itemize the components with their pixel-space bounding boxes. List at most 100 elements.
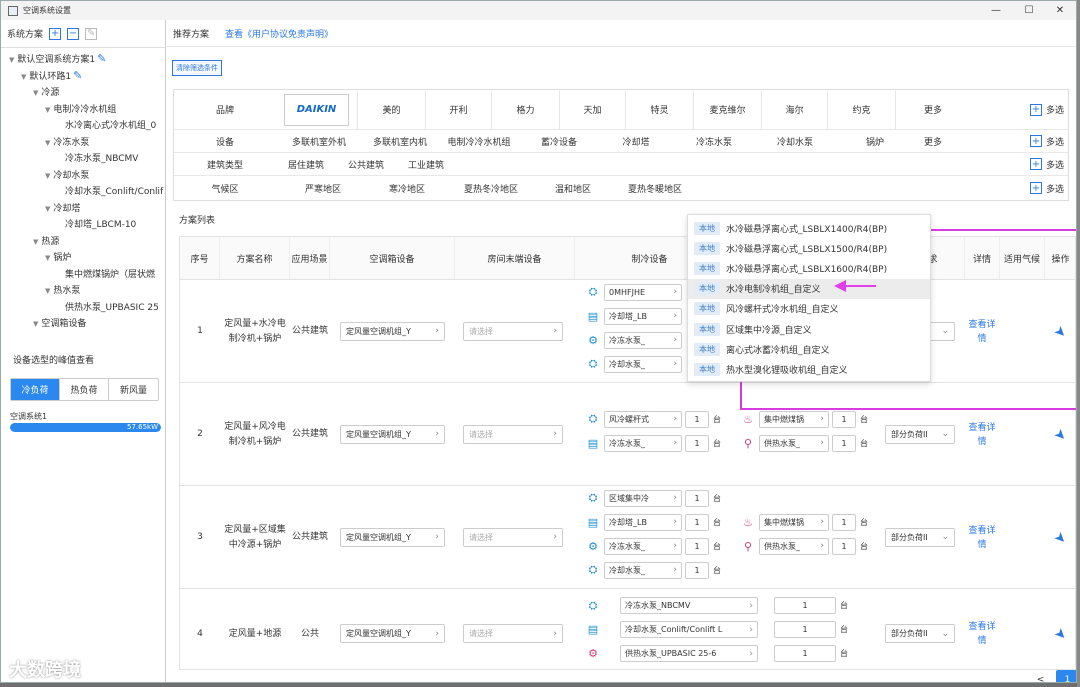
dropdown-option[interactable]: 本地 风冷螺杆式冷水机组_自定义 [688,299,930,319]
tree-node[interactable]: ▼ 冷却水泵 [45,168,89,181]
tree-node[interactable]: ▼ 热源 [33,234,59,247]
tree-node[interactable]: ▼ 冷却塔 [45,201,80,214]
brand-midea[interactable]: 美的 [358,90,426,129]
cooling-device-select[interactable]: 冷却水泵_ › [604,355,682,373]
expand-icon[interactable]: ▼ [45,287,50,295]
dropdown-option[interactable]: 本地 水冷磁悬浮离心式_LSBLX1400/R4(BP) [688,218,930,238]
tree-node[interactable]: ▼ 默认空调系统方案1 ✎ [9,52,106,65]
device-option[interactable]: 多联机室内机 [362,135,438,148]
climate-option[interactable]: 严寒地区 [276,182,370,195]
building-multi[interactable]: + 多选 [1029,158,1064,171]
device-option[interactable]: 蓄冷设备 [520,135,598,148]
cooling-device-select[interactable]: 区域集中冷 › [604,489,682,507]
edit-scheme-icon[interactable]: ✎ [85,27,98,40]
climate-option[interactable]: 夏热冬冷地区 [444,182,538,195]
performance-select[interactable]: 部分负荷II ⌄ [885,624,955,643]
cooling-device-select[interactable]: 风冷螺杆式 › [604,410,682,428]
brand-mcquay[interactable]: 麦克维尔 [694,90,762,129]
device-more[interactable]: 更多 [924,135,942,148]
building-option[interactable]: 工业建筑 [396,158,456,171]
cooling-device-select[interactable]: 0MHFJHE › [604,283,682,301]
cooling-device-select[interactable]: 冷却水泵_Conlift/Conlift L › [620,621,758,638]
device-option[interactable]: 冷却水泵 [754,135,836,148]
quantity-input[interactable]: 1 [685,434,709,452]
edit-pencil-icon[interactable]: ✎ [97,52,106,65]
tree-node[interactable]: ▼ 空调箱设备 [33,316,86,329]
ahu-select[interactable]: 定风量空调机组_Y › [340,321,445,341]
ahu-select[interactable]: 定风量空调机组_Y › [340,424,445,444]
quantity-input[interactable]: 1 [685,489,709,507]
terminal-select[interactable]: 请选择 › [463,527,563,547]
quantity-input[interactable]: 1 [685,561,709,579]
apply-cursor-icon[interactable]: ➤ [1018,591,1075,669]
quantity-input[interactable]: 1 [685,410,709,428]
brand-trane[interactable]: 特灵 [626,90,694,129]
heating-device-select[interactable]: 供热水泵_ › [759,434,829,452]
brand-carrier[interactable]: 开利 [426,90,492,129]
tree-node[interactable]: ▼ 锅炉 [45,250,71,263]
cooling-device-select[interactable]: 冷冻水泵_ › [604,434,682,452]
tree-node[interactable]: 供热水泵_UPBASIC 25 [65,300,159,313]
heating-device-select[interactable]: 供热水泵_ › [759,537,829,555]
expand-icon[interactable]: ▼ [21,73,26,81]
terminal-select[interactable]: 请选择 › [463,321,563,341]
performance-select[interactable]: 部分负荷II ⌄ [885,527,955,547]
tree-node[interactable]: ▼ 电制冷冷水机组 [45,102,116,115]
tree-node[interactable]: ▼ 冷冻水泵 [45,135,89,148]
view-detail-link[interactable]: 查看详情 [968,486,996,589]
quantity-input[interactable]: 1 [774,597,836,614]
device-multi[interactable]: + 多选 [1029,135,1064,148]
tab-cooling-load[interactable]: 冷负荷 [11,379,60,400]
close-button[interactable]: ✕ [1044,1,1076,20]
expand-icon[interactable]: ▼ [45,205,50,213]
brand-more[interactable]: 更多 [924,103,942,116]
brand-daikin[interactable]: DAIKIN [276,90,358,129]
brand-multi[interactable]: + 多选 [1029,103,1064,116]
ahu-select[interactable]: 定风量空调机组_Y › [340,527,445,547]
climate-option[interactable]: 夏热冬暖地区 [608,182,702,195]
brand-gree[interactable]: 格力 [492,90,560,129]
dropdown-option[interactable]: 本地 离心式冰蓄冷机组_自定义 [688,339,930,359]
device-option[interactable]: 多联机室外机 [276,135,362,148]
expand-icon[interactable]: ▼ [33,238,38,246]
add-scheme-button[interactable]: + [49,27,62,40]
edit-pencil-icon[interactable]: ✎ [73,69,82,82]
tree-node[interactable]: ▼ 热水泵 [45,283,80,296]
tree-node[interactable]: 冷却塔_LBCM-10 [65,217,136,230]
quantity-input[interactable]: 1 [832,410,856,428]
tree-node[interactable]: 水冷离心式冷水机组_0 [65,118,156,131]
device-option[interactable]: 冷冻水泵 [674,135,754,148]
dropdown-option[interactable]: 本地 热水型溴化锂吸收机组_自定义 [688,359,930,379]
cooling-device-select[interactable]: 冷冻水泵_NBCMV › [620,597,758,614]
climate-multi[interactable]: + 多选 [1029,182,1064,195]
climate-option[interactable]: 寒冷地区 [370,182,444,195]
dropdown-option[interactable]: 本地 水冷磁悬浮离心式_LSBLX1600/R4(BP) [688,258,930,278]
expand-icon[interactable]: ▼ [9,56,14,64]
quantity-input[interactable]: 1 [774,621,836,638]
quantity-input[interactable]: 1 [832,537,856,555]
expand-icon[interactable]: ▼ [45,254,50,262]
terminal-select[interactable]: 请选择 › [463,424,563,444]
brand-york[interactable]: 约克 [828,90,896,129]
quantity-input[interactable]: 1 [832,434,856,452]
ahu-select[interactable]: 定风量空调机组_Y › [340,624,445,643]
cooling-device-select[interactable]: 冷却塔_LB › [604,513,682,531]
cooling-device-select[interactable]: 冷却水泵_ › [604,561,682,579]
device-option[interactable]: 锅炉 [836,135,914,148]
cooling-device-select[interactable]: 冷冻水泵_ › [604,331,682,349]
prev-page-button[interactable]: < [1029,670,1052,682]
cooling-device-select[interactable]: 供热水泵_UPBASIC 25-6 › [620,645,758,662]
minimize-button[interactable]: — [980,1,1012,20]
climate-option[interactable]: 温和地区 [538,182,608,195]
terminal-select[interactable]: 请选择 › [463,624,563,643]
quantity-input[interactable]: 1 [832,513,856,531]
quantity-input[interactable]: 1 [685,513,709,531]
tree-node[interactable]: ▼ 默认环路1 ✎ [21,69,82,82]
quantity-input[interactable]: 1 [685,537,709,555]
tree-node[interactable]: ▼ 冷源 [33,85,59,98]
expand-icon[interactable]: ▼ [45,172,50,180]
page-button[interactable]: 1 [1056,670,1076,682]
heating-device-select[interactable]: 集中燃煤锅 › [759,410,829,428]
dropdown-option[interactable]: 本地 区域集中冷源_自定义 [688,319,930,339]
device-option[interactable]: 冷却塔 [598,135,674,148]
